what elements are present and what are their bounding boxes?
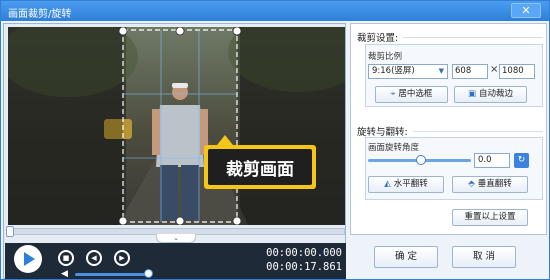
crop-handle[interactable] [175, 216, 185, 225]
rotate-section-title: 旋转与翻转: [357, 127, 408, 138]
rotation-angle-label: 画面旋转角度 [368, 143, 420, 153]
flip-horizontal-label: 水平翻转 [393, 179, 428, 189]
crop-handle[interactable] [232, 216, 242, 225]
crop-handle[interactable] [232, 27, 242, 36]
divider [403, 37, 543, 38]
crop-ratio-value: 9:16(竖屏) [372, 66, 415, 76]
reset-settings-button[interactable]: 重置以上设置 [452, 209, 528, 226]
current-time: 00:00:00.000 [266, 247, 342, 259]
video-frame: 裁剪画面 [8, 27, 345, 225]
video-preview[interactable]: 裁剪画面 [8, 27, 345, 225]
crop-rotate-dialog: 画面裁剪/旋转 ✕ 裁剪画面 ⌄ ■ ◀ ▶ ◀ 00:00:00.000 00… [0, 0, 550, 280]
volume-icon[interactable]: ◀ [61, 269, 73, 279]
title-bar: 画面裁剪/旋转 ✕ [1, 1, 549, 21]
auto-crop-button[interactable]: ▣ 自动裁边 [454, 86, 527, 103]
crop-ratio-label: 裁剪比例 [368, 52, 403, 62]
auto-crop-icon: ▣ [467, 89, 476, 99]
flip-vertical-icon: ⬘ [468, 179, 475, 189]
rotation-slider-thumb[interactable] [416, 155, 426, 165]
crop-handle[interactable] [175, 27, 185, 36]
flip-vertical-button[interactable]: ⬘ 垂直翻转 [452, 176, 528, 193]
times-sign: × [490, 64, 499, 75]
close-button[interactable]: ✕ [511, 3, 541, 18]
rotation-angle-input[interactable]: 0.0 [474, 153, 510, 168]
flip-horizontal-button[interactable]: ◭ 水平翻转 [368, 176, 444, 193]
auto-crop-label: 自动裁边 [479, 89, 514, 99]
crop-section-title: 裁剪设置: [357, 33, 399, 44]
crop-ratio-select[interactable]: 9:16(竖屏) ▼ [368, 64, 448, 79]
cancel-button[interactable]: 取 消 [452, 246, 516, 268]
next-icon[interactable]: ▶ [114, 250, 130, 266]
volume-slider[interactable] [75, 273, 150, 276]
stop-icon[interactable]: ■ [58, 250, 74, 266]
crop-height-input[interactable]: 1080 [499, 64, 535, 79]
collapse-toggle[interactable]: ⌄ [156, 234, 196, 243]
window-title: 画面裁剪/旋转 [8, 9, 72, 20]
crop-handle[interactable] [118, 27, 128, 36]
crop-callout-label: 裁剪画面 [226, 159, 294, 180]
crop-width-input[interactable]: 608 [452, 64, 488, 79]
previous-icon[interactable]: ◀ [86, 250, 102, 266]
time-display: 00:00:00.000 00:00:17.861 [253, 243, 346, 276]
center-selection-label: 居中选框 [398, 89, 433, 99]
seek-thumb[interactable] [6, 226, 14, 237]
center-selection-button[interactable]: ⌖ 居中选框 [375, 86, 448, 103]
rotate-icon[interactable]: ↻ [514, 153, 529, 168]
flip-vertical-label: 垂直翻转 [477, 179, 512, 189]
play-icon[interactable] [14, 245, 42, 273]
divider [413, 131, 543, 132]
total-time: 00:00:17.861 [266, 261, 342, 273]
settings-panel: 裁剪设置: 裁剪比例 9:16(竖屏) ▼ 608 × 1080 ⌖ 居中选框 ▣… [350, 23, 547, 235]
center-icon: ⌖ [390, 89, 396, 99]
crop-handle[interactable] [118, 216, 128, 225]
ok-button[interactable]: 确 定 [374, 246, 438, 268]
preview-panel: 裁剪画面 ⌄ ■ ◀ ▶ ◀ 00:00:00.000 00:00:17.861 [3, 23, 346, 279]
flip-horizontal-icon: ◭ [384, 179, 391, 189]
volume-thumb[interactable] [144, 269, 153, 278]
chevron-down-icon: ▼ [438, 67, 444, 75]
